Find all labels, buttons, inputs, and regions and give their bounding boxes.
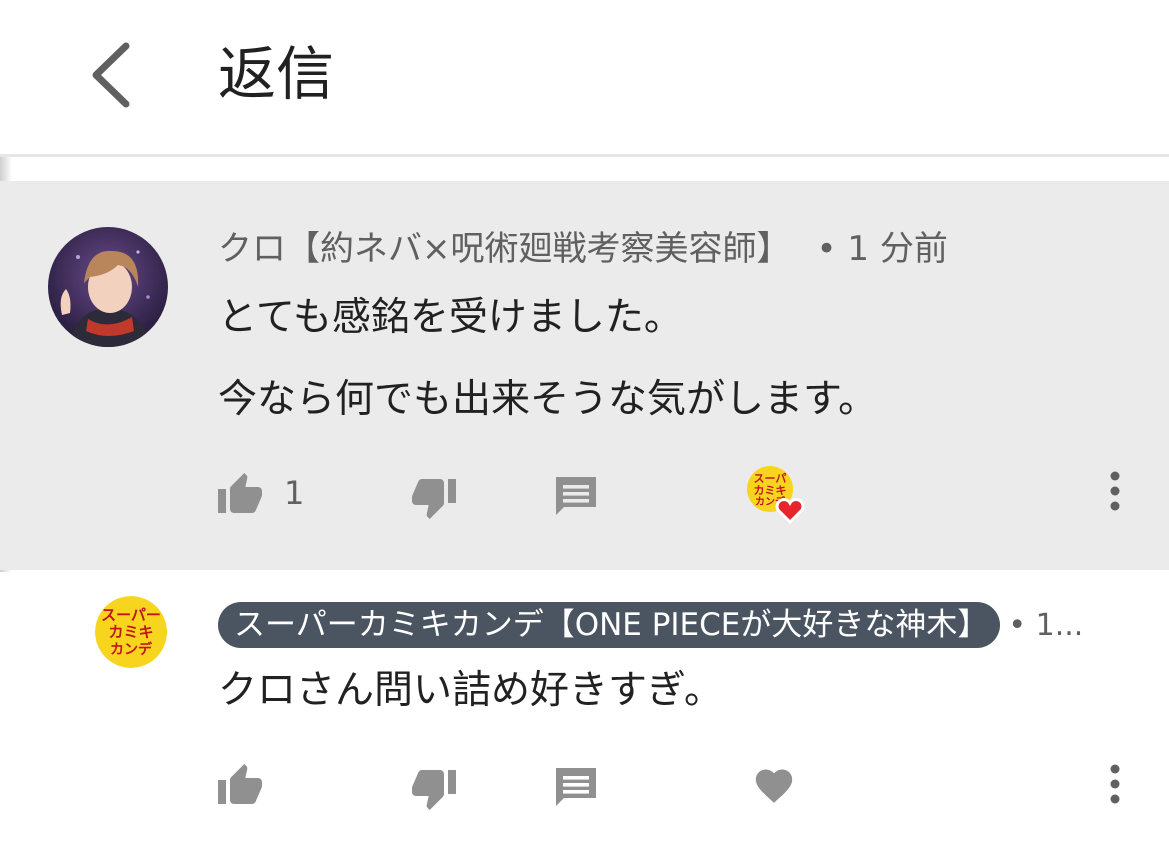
reply-icon (556, 768, 596, 806)
comment-author[interactable]: クロ【約ネバ×呪術廻戦考察美容師】 (218, 229, 791, 269)
comment-text-line: とても感銘を受けました。 (218, 295, 683, 340)
svg-text:カンデ: カンデ (110, 641, 153, 658)
creator-heart-icon: スーパ カミキ カンデ (747, 466, 805, 525)
header-divider (0, 154, 1169, 157)
comment-actions (0, 762, 1169, 822)
page-title: 返信 (218, 40, 335, 108)
app-header: 返信 (0, 0, 1169, 155)
svg-text:スーパー: スーパー (101, 606, 161, 624)
reply-button[interactable] (554, 766, 598, 810)
dislike-button[interactable] (410, 477, 458, 521)
more-vert-icon (1110, 764, 1120, 804)
chevron-left-icon (92, 42, 130, 108)
more-vert-icon (1110, 471, 1120, 511)
thumb-up-icon (218, 473, 262, 513)
avatar[interactable]: スーパー カミキ カンデ (95, 596, 167, 668)
svg-text:カミキ: カミキ (108, 623, 153, 641)
thumb-up-icon (218, 764, 262, 804)
comment: スーパー カミキ カンデ スーパーカミキカンデ【ONE PIECEが大好きな神木… (0, 572, 1169, 863)
reply-button[interactable] (554, 475, 598, 519)
comment-actions: 1 スーパ カミキ カンデ (0, 466, 1169, 531)
more-options-button[interactable] (1100, 469, 1130, 513)
svg-text:カミキ: カミキ (754, 484, 787, 497)
comment-author-pill[interactable]: スーパーカミキカンデ【ONE PIECEが大好きな神木】 (218, 602, 1001, 648)
comment-meta: クロ【約ネバ×呪術廻戦考察美容師】 • 1 分前 (218, 227, 948, 271)
dislike-button[interactable] (410, 768, 458, 812)
like-button[interactable] (216, 762, 264, 806)
more-options-button[interactable] (1100, 762, 1130, 806)
thumb-down-icon (412, 770, 456, 810)
creator-heart-badge[interactable]: スーパ カミキ カンデ (746, 465, 808, 527)
comment-meta: スーパーカミキカンデ【ONE PIECEが大好きな神木】 • 1... (218, 602, 1083, 648)
comment-highlighted: クロ【約ネバ×呪術廻戦考察美容師】 • 1 分前 とても感銘を受けました。 今なら… (0, 181, 1169, 570)
heart-button[interactable] (752, 764, 796, 804)
meta-separator: • (1008, 607, 1036, 643)
back-button[interactable] (70, 30, 150, 120)
avatar[interactable] (48, 227, 168, 347)
heart-icon (755, 769, 793, 803)
like-button[interactable]: 1 (216, 471, 304, 515)
comment-time[interactable]: 1 分前 (847, 229, 947, 269)
comment-time-value[interactable]: 1... (1036, 608, 1084, 643)
like-count: 1 (284, 474, 305, 512)
comment-text-line: クロさん問い詰め好きすぎ。 (218, 668, 724, 713)
comment-text-line: 今なら何でも出来そうな気がします。 (218, 377, 878, 422)
meta-separator: • (816, 229, 848, 269)
comment-time: • 1... (1008, 608, 1083, 643)
thumb-down-icon (412, 479, 456, 519)
reply-icon (556, 477, 596, 515)
